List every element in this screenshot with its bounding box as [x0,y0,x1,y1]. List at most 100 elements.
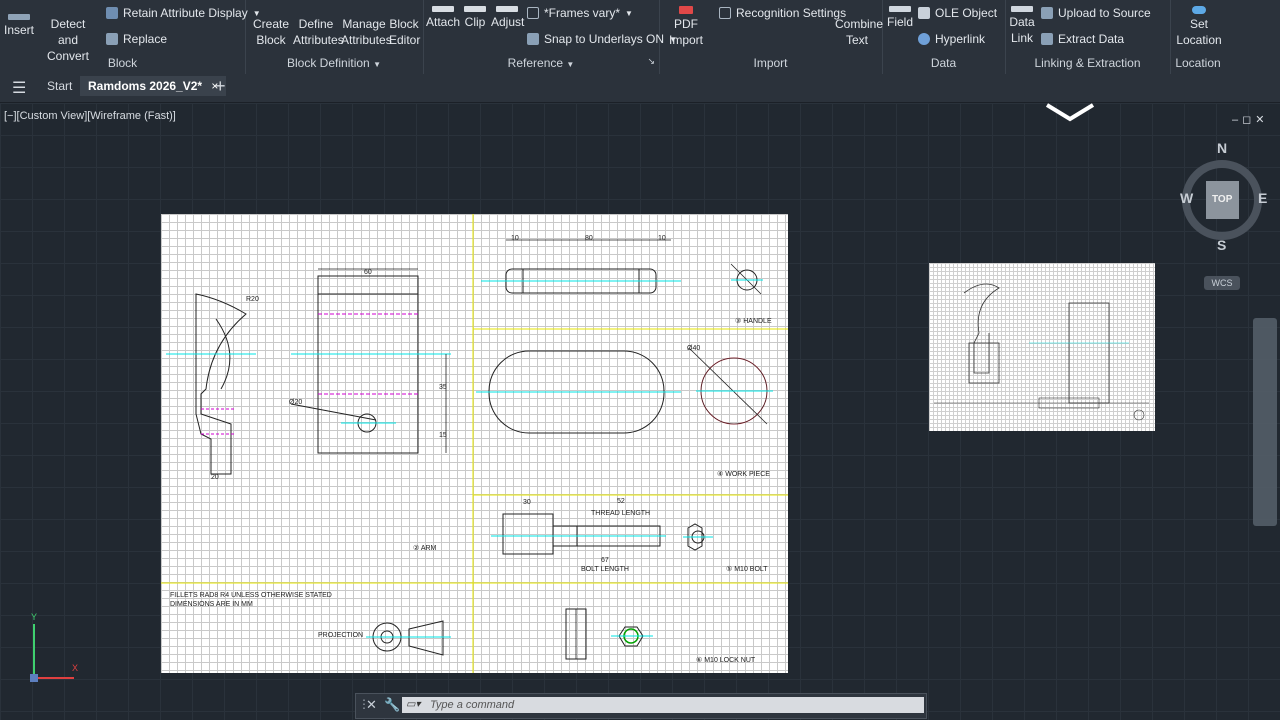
block-definition-title[interactable]: Block Definition ▼ [245,56,423,70]
label-workpiece: ④ WORK PIECE [717,471,770,478]
dim-handle-end-right: 10 [658,235,666,242]
snap-underlays-dropdown[interactable]: Snap to Underlays ON ▼ [527,32,677,46]
pdf-import-button[interactable]: PDF Import [667,6,705,48]
label-bolt: ⑤ M10 BOLT [726,566,768,573]
data-link-button[interactable]: Data Link [1009,6,1035,46]
dim-handle-end-left: 10 [511,235,519,242]
adjust-button[interactable]: Adjust [491,6,524,30]
ribbon: Insert Detect and Convert Retain Attribu… [0,0,1280,75]
extract-icon [1041,33,1053,45]
block-definition-panel: Create Block Define Attributes Manage At… [245,0,424,74]
import-title: Import [753,56,788,70]
frames-dropdown[interactable]: *Frames vary* ▼ [527,6,633,20]
hyperlink-icon [918,33,930,45]
viewcube-top-face[interactable]: TOP [1212,194,1232,205]
set-location-button[interactable]: Set Location [1172,6,1226,48]
block-panel: Insert Detect and Convert Retain Attribu… [0,0,261,74]
viewport-window-controls[interactable]: –◻✕ [1232,113,1268,126]
label-bolt-length: BOLT LENGTH [581,566,629,573]
customize-wrench-icon[interactable]: 🔧 [384,697,400,713]
label-handle: ③ HANDLE [735,318,772,325]
insert-button[interactable]: Insert [4,14,34,38]
dim-arm-radius: R20 [246,296,259,303]
tab-start[interactable]: Start [47,79,72,93]
create-block-button[interactable]: Create Block [253,16,289,48]
chevron-down-icon: ▼ [625,8,633,18]
recent-commands-icon[interactable]: ▭▾ [406,697,420,713]
upload-icon [1041,7,1053,19]
ole-icon [918,7,930,19]
label-thread-length: THREAD LENGTH [591,510,651,517]
insert-icon [8,14,30,20]
label-projection: PROJECTION [318,632,364,639]
hyperlink-button[interactable]: Hyperlink [918,32,985,46]
hamburger-menu-icon[interactable]: ☰ [12,78,26,98]
data-title: Data [930,56,957,70]
compass-south[interactable]: S [1217,237,1226,253]
chevron-down-icon: ▼ [566,60,575,69]
reference-title[interactable]: Reference ▼ ↘ [423,56,659,70]
upload-source-button[interactable]: Upload to Source [1041,6,1151,20]
dim-arm-base: 20 [211,474,219,481]
compass-east[interactable]: E [1258,190,1267,206]
dim-arm-top-width: 60 [364,269,372,276]
viewport-controls-label[interactable]: [−][Custom View][Wireframe (Fast)] [4,110,176,122]
ole-object-button[interactable]: OLE Object [918,6,997,20]
block-panel-title: Block [107,56,138,70]
replace-button[interactable]: Replace [106,32,167,46]
viewcube-compass[interactable]: N S E W TOP [1180,140,1267,253]
navigation-bar[interactable] [1253,318,1277,526]
import-panel: PDF Import Recognition Settings Combine … [659,0,883,74]
dim-side-h2: 15 [439,432,447,439]
dim-hole-dia: Ø20 [289,399,303,406]
field-icon [889,6,911,12]
label-arm: ② ARM [413,545,437,552]
ucs-y-label: Y [31,612,38,622]
file-tab-bar: ☰ Start Ramdoms 2026_V2* × + [0,74,1280,103]
dialog-launcher-icon[interactable]: ↘ [647,56,655,67]
data-panel: Field OLE Object Hyperlink Data [882,0,1006,74]
attach-button[interactable]: Attach [425,6,461,30]
drawing-linework [161,214,788,673]
snap-icon [527,33,539,45]
extract-data-button[interactable]: Extract Data [1041,32,1124,46]
manage-attributes-button[interactable]: Manage Attributes [341,16,392,48]
reference-panel: Attach Clip Adjust *Frames vary* ▼ Snap … [423,0,677,74]
new-tab-button[interactable]: + [215,76,226,97]
define-attributes-button[interactable]: Define Attributes [293,16,344,48]
tab-active-drawing[interactable]: Ramdoms 2026_V2* × [80,76,227,96]
compass-north[interactable]: N [1217,140,1227,156]
close-icon[interactable]: ✕ [366,697,377,713]
replace-icon [106,33,118,45]
linking-panel: Data Link Upload to Source Extract Data … [1005,0,1171,74]
chevron-down-icon: ▼ [373,60,381,69]
notes-line-1: FILLETS RAD8 R4 UNLESS OTHERWISE STATED [170,592,332,599]
recognition-icon [719,7,731,19]
block-editor-button[interactable]: Block Editor [389,16,420,48]
retain-attr-icon [106,7,118,19]
command-line: ⋮ ✕ 🔧 ▭▾ Type a command [355,693,927,719]
field-button[interactable]: Field [886,6,914,30]
compass-west[interactable]: W [1180,190,1193,206]
viewcube-partial-icon [1045,103,1095,122]
notes-line-2: DIMENSIONS ARE IN MM [170,601,253,608]
drawing-sheet-secondary[interactable] [929,263,1155,431]
clip-button[interactable]: Clip [463,6,487,30]
location-title: Location [1175,56,1221,70]
recognition-settings-button[interactable]: Recognition Settings [719,6,846,20]
combine-text-button[interactable]: Combine Text [835,16,883,48]
location-panel: Set Location Location [1170,0,1226,74]
command-input[interactable]: ▭▾ Type a command [402,697,924,713]
dim-handle-total: 80 [585,235,593,242]
dim-bolt-length: 67 [601,557,609,564]
wcs-menu[interactable]: WCS [1204,276,1240,290]
pdf-icon [679,6,693,14]
attach-icon [432,6,454,12]
drawing-sheet-main[interactable]: 60 80 10 10 52 67 30 20 Ø20 Ø40 R20 35 1… [161,214,788,673]
adjust-icon [496,6,518,12]
retain-attribute-display[interactable]: Retain Attribute Display ▼ [106,6,261,20]
globe-icon [1192,6,1206,14]
dim-side-h1: 35 [439,384,447,391]
ucs-icon [30,624,74,682]
data-link-icon [1011,6,1033,12]
